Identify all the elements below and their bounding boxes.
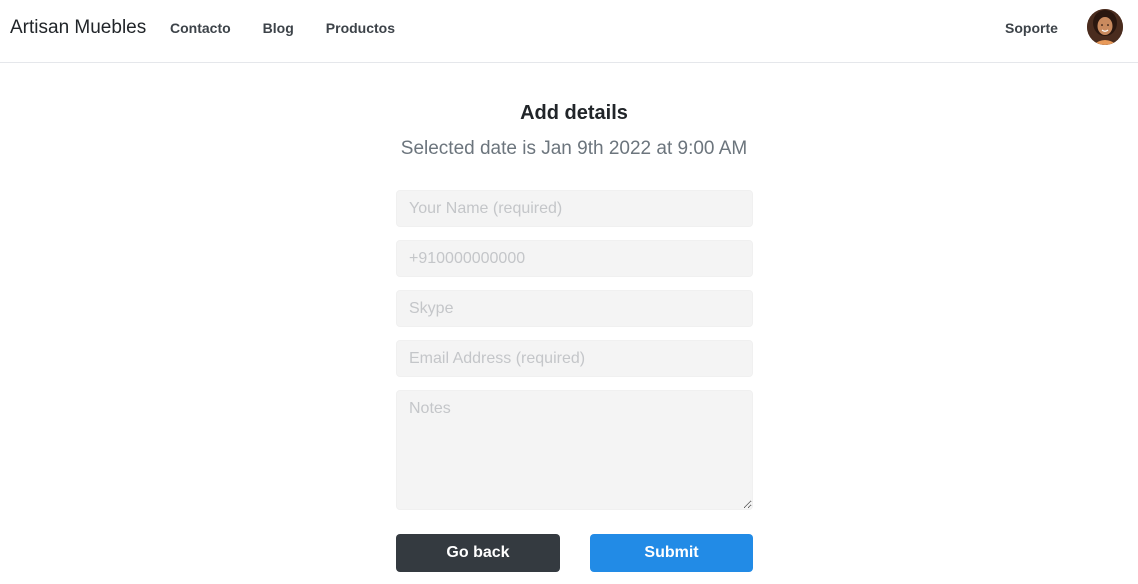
top-navbar: Artisan Muebles Contacto Blog Productos … <box>0 0 1138 63</box>
nav-link-productos[interactable]: Productos <box>326 20 395 37</box>
selected-date-text: Selected date is Jan 9th 2022 at 9:00 AM <box>400 138 748 159</box>
avatar-portrait <box>1087 9 1123 45</box>
notes-textarea[interactable] <box>396 390 753 510</box>
nav-link-soporte[interactable]: Soporte <box>1005 20 1058 37</box>
user-avatar-icon[interactable] <box>1087 9 1123 45</box>
nav-link-contacto[interactable]: Contacto <box>170 20 231 37</box>
email-input[interactable] <box>396 340 753 377</box>
phone-input[interactable] <box>396 240 753 277</box>
submit-button[interactable]: Submit <box>590 534 753 572</box>
nav-link-blog[interactable]: Blog <box>263 20 294 37</box>
go-back-button[interactable]: Go back <box>396 534 560 572</box>
brand-logo-text[interactable]: Artisan Muebles <box>10 17 146 39</box>
name-input[interactable] <box>396 190 753 227</box>
skype-input[interactable] <box>396 290 753 327</box>
page-title: Add details <box>520 102 628 124</box>
nav-links: Contacto Blog Productos <box>170 20 427 37</box>
